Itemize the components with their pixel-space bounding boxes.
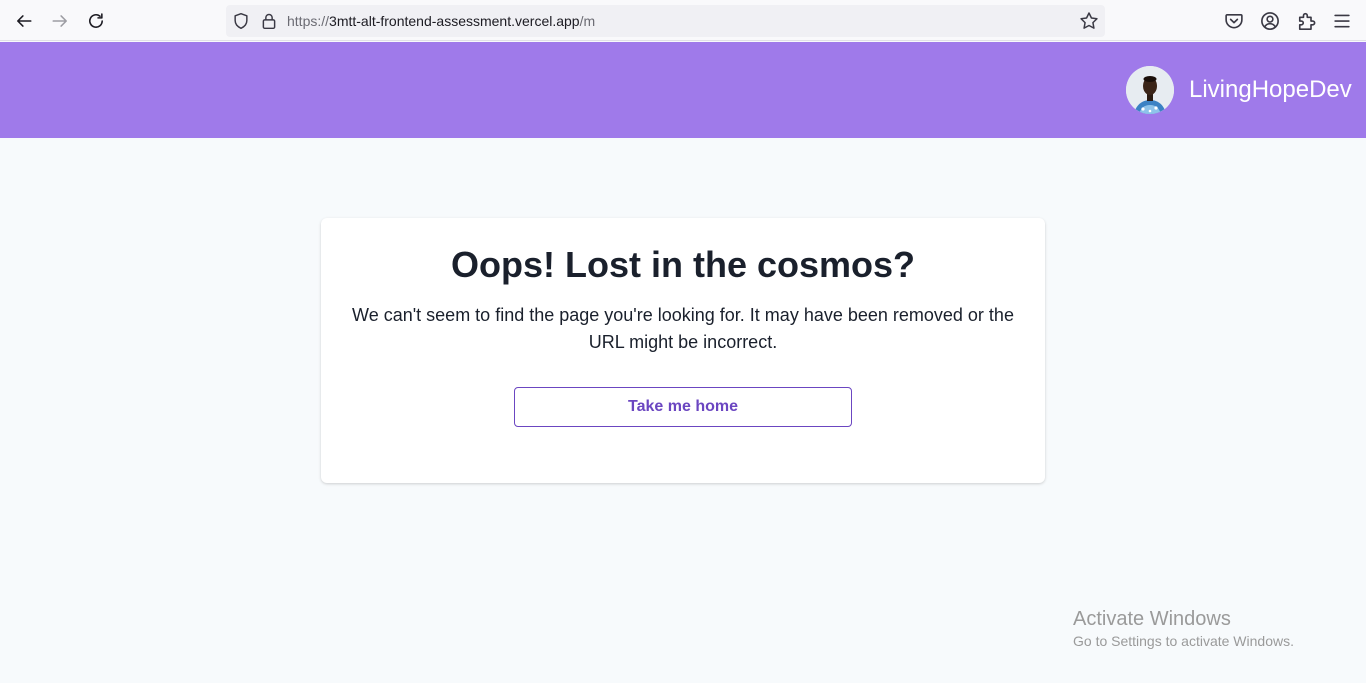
page-title: Oops! Lost in the cosmos? xyxy=(450,244,916,285)
avatar-portrait-image xyxy=(1126,66,1174,114)
url-host: 3mtt-alt-frontend-assessment.vercel.app xyxy=(329,13,580,29)
watermark-title: Activate Windows xyxy=(1073,608,1231,630)
url-prefix: https:// xyxy=(287,13,330,29)
url-path: /m xyxy=(579,13,596,29)
hamburger-menu-icon[interactable] xyxy=(1332,11,1352,31)
back-button[interactable] xyxy=(11,8,37,34)
puzzle-icon[interactable] xyxy=(1296,11,1316,31)
account-icon[interactable] xyxy=(1260,11,1280,31)
watermark-subtitle: Go to Settings to activate Windows. xyxy=(1073,633,1294,649)
arrow-right-icon xyxy=(52,15,67,27)
error-message: We can't seem to find the page you're lo… xyxy=(352,305,1014,352)
arrow-left-icon xyxy=(17,15,32,27)
reload-button[interactable] xyxy=(83,8,109,34)
forward-button[interactable] xyxy=(47,8,73,34)
shield-icon[interactable] xyxy=(232,12,250,30)
avatar[interactable] xyxy=(1126,66,1174,114)
url-bar[interactable]: https://3mtt-alt-frontend-assessment.ver… xyxy=(226,5,1105,37)
app-header: LivingHopeDev xyxy=(0,42,1366,138)
star-icon[interactable] xyxy=(1079,11,1099,31)
lock-icon[interactable] xyxy=(260,12,278,30)
browser-toolbar: https://3mtt-alt-frontend-assessment.ver… xyxy=(0,0,1366,41)
pocket-icon[interactable] xyxy=(1224,11,1244,31)
windows-activation-watermark: Activate Windows Go to Settings to activ… xyxy=(1073,607,1294,651)
url-text[interactable]: https://3mtt-alt-frontend-assessment.ver… xyxy=(287,13,595,29)
not-found-card: Oops! Lost in the cosmos? We can't seem … xyxy=(321,218,1045,483)
take-me-home-button[interactable]: Take me home xyxy=(514,387,852,427)
reload-icon xyxy=(89,13,103,28)
username[interactable]: LivingHopeDev xyxy=(1189,76,1352,104)
